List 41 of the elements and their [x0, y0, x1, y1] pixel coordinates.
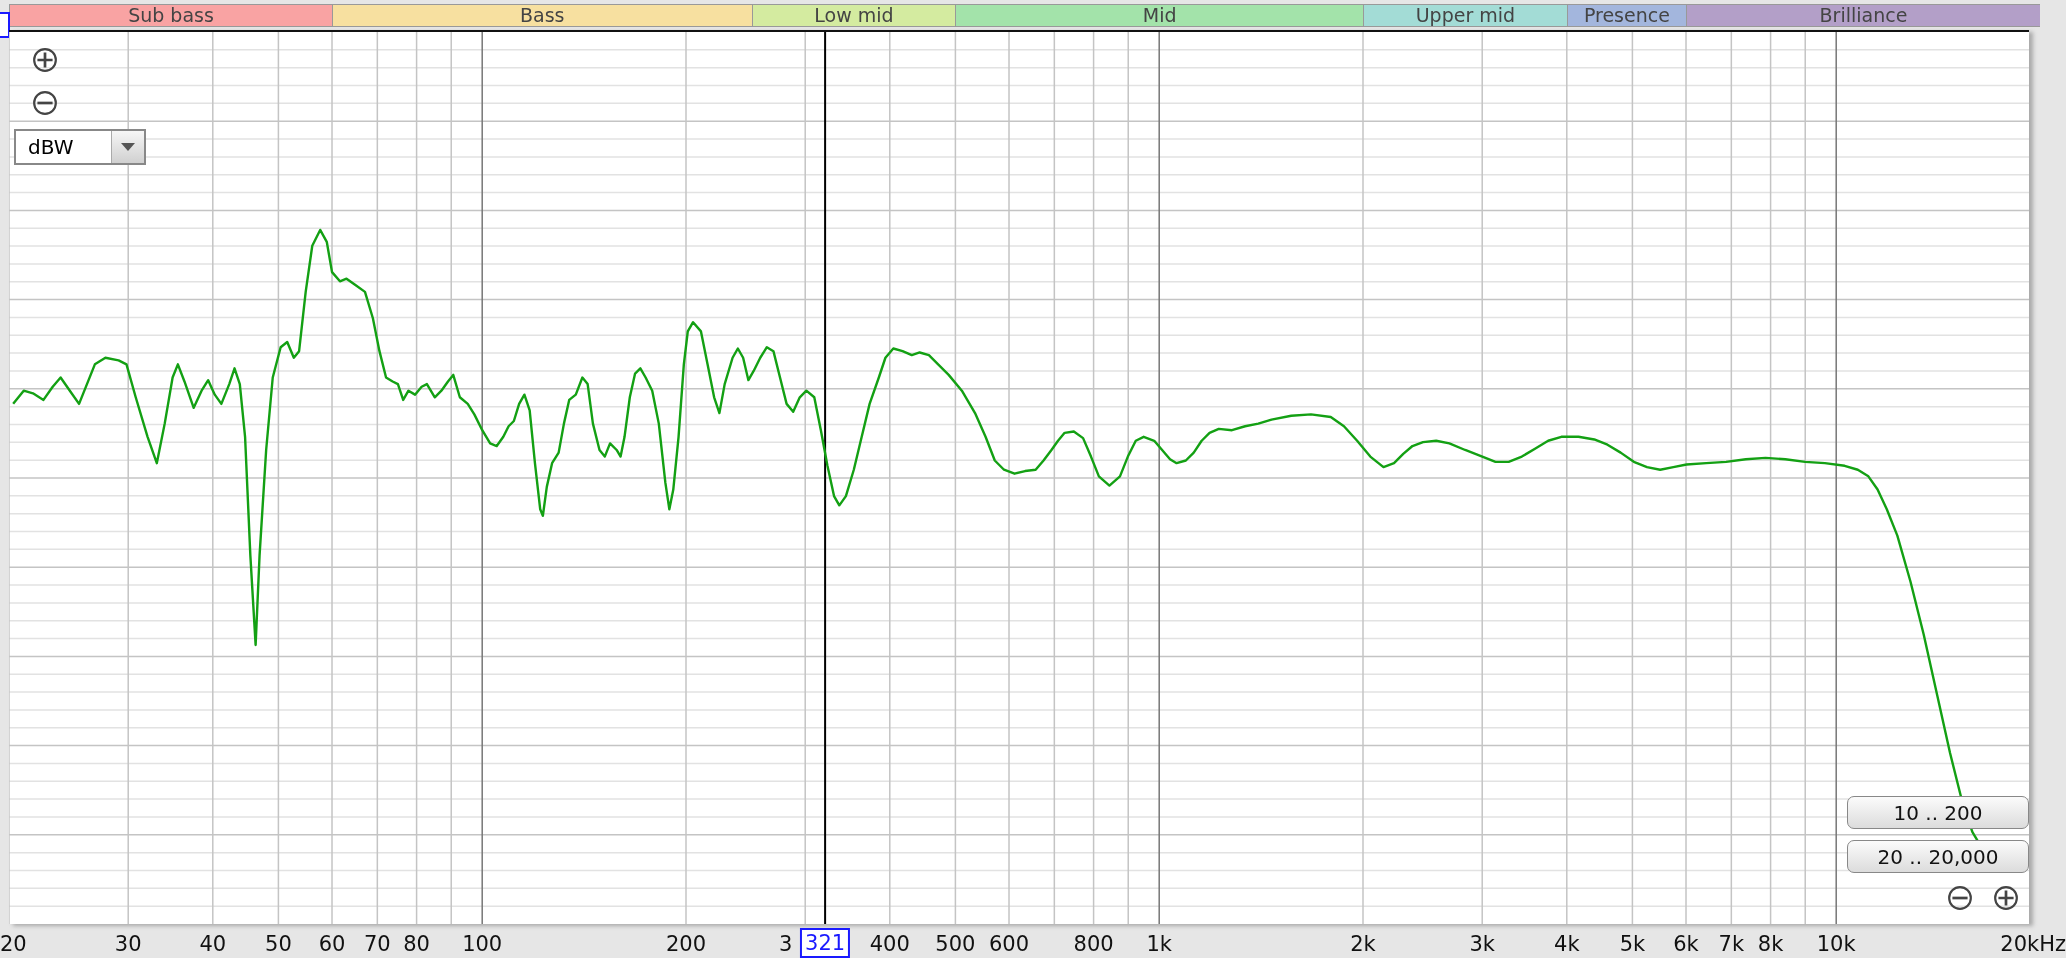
- axis-tick-label: 600: [988, 932, 1030, 956]
- band-label: Upper mid: [1363, 4, 1567, 27]
- cursor-line[interactable]: [824, 32, 827, 924]
- axis-tick-label: 2k: [1350, 932, 1376, 956]
- axis-tick-label: 4k: [1554, 932, 1580, 956]
- zoom-out-icon[interactable]: [1947, 885, 1973, 911]
- unit-dropdown[interactable]: dBW: [14, 129, 146, 165]
- caret-icon: [121, 143, 135, 151]
- axis-tick-label: 8k: [1757, 932, 1784, 956]
- axis-tick-label: 800: [1073, 932, 1114, 956]
- axis-tick-label: 50: [265, 932, 292, 956]
- axis-tick-label: 6k: [1673, 932, 1699, 956]
- axis-tick-label: 5k: [1619, 932, 1646, 956]
- zoom-in-icon[interactable]: [32, 47, 58, 73]
- zoom-in-icon[interactable]: [1993, 885, 2019, 911]
- band-label: Sub bass: [9, 4, 332, 27]
- axis-tick-label: 400: [869, 932, 910, 956]
- axis-tick-label: 200: [665, 932, 707, 956]
- band-label: Bass: [332, 4, 752, 27]
- band-label: Low mid: [751, 4, 956, 27]
- axis-tick-label: 70: [363, 932, 391, 956]
- axis-tick-label: 20kHz: [2000, 932, 2066, 956]
- axis-tick-label: 500: [935, 932, 976, 956]
- axis-tick-label: 20: [0, 932, 27, 956]
- axis-tick-label: 3: [779, 932, 793, 956]
- axis-tick-label: 80: [403, 932, 430, 956]
- axis-tick-label: 60: [318, 932, 346, 956]
- axis-tick-label: 30: [114, 932, 142, 956]
- axis-tick-label: 3k: [1469, 932, 1495, 956]
- axis-tick-label: 100: [462, 932, 503, 956]
- range-button[interactable]: 20 .. 20,000: [1847, 840, 2029, 873]
- axis-tick-label: 7k: [1718, 932, 1745, 956]
- axis-tick-label: 40: [199, 932, 227, 956]
- band-label: Brilliance: [1686, 4, 2040, 27]
- cursor-readout: 321: [800, 928, 851, 958]
- axis-tick-label: 10k: [1816, 932, 1856, 956]
- band-label: Presence: [1566, 4, 1686, 27]
- zoom-out-icon[interactable]: [32, 90, 58, 116]
- range-button[interactable]: 10 .. 200: [1847, 796, 2029, 829]
- axis-tick-label: 1k: [1146, 932, 1172, 956]
- band-label: Mid: [955, 4, 1363, 27]
